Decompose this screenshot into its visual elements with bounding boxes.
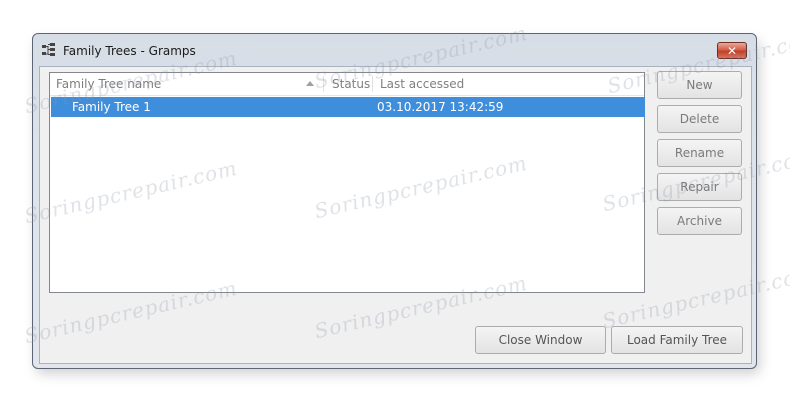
family-trees-dialog: Family Trees - Gramps ✕ Family Tree name… <box>32 33 757 369</box>
column-header-name[interactable]: Family Tree name <box>50 73 161 95</box>
tree-last-accessed-cell: 03.10.2017 13:42:59 <box>377 100 504 114</box>
repair-button[interactable]: Repair <box>657 173 742 201</box>
load-family-tree-button[interactable]: Load Family Tree <box>611 326 743 354</box>
table-row[interactable]: Family Tree 1 03.10.2017 13:42:59 <box>51 97 645 117</box>
column-divider[interactable] <box>323 76 324 92</box>
list-header: Family Tree name Status Last accessed <box>50 73 644 96</box>
window-title: Family Trees - Gramps <box>63 44 196 58</box>
tree-name-cell: Family Tree 1 <box>72 100 151 114</box>
close-window-icon[interactable]: ✕ <box>717 42 747 59</box>
column-header-last-accessed[interactable]: Last accessed <box>374 73 464 95</box>
new-button[interactable]: New <box>657 71 742 99</box>
dialog-client-area: Family Tree name Status Last accessed Fa… <box>39 66 752 364</box>
sort-ascending-icon <box>306 81 314 86</box>
rename-button[interactable]: Rename <box>657 139 742 167</box>
delete-button[interactable]: Delete <box>657 105 742 133</box>
family-tree-list[interactable]: Family Tree name Status Last accessed Fa… <box>49 72 645 293</box>
close-window-button[interactable]: Close Window <box>475 326 606 354</box>
column-divider[interactable] <box>372 76 373 92</box>
title-bar[interactable]: Family Trees - Gramps ✕ <box>33 34 756 66</box>
family-tree-app-icon <box>42 43 55 56</box>
column-header-status[interactable]: Status <box>326 73 370 95</box>
archive-button[interactable]: Archive <box>657 207 742 235</box>
